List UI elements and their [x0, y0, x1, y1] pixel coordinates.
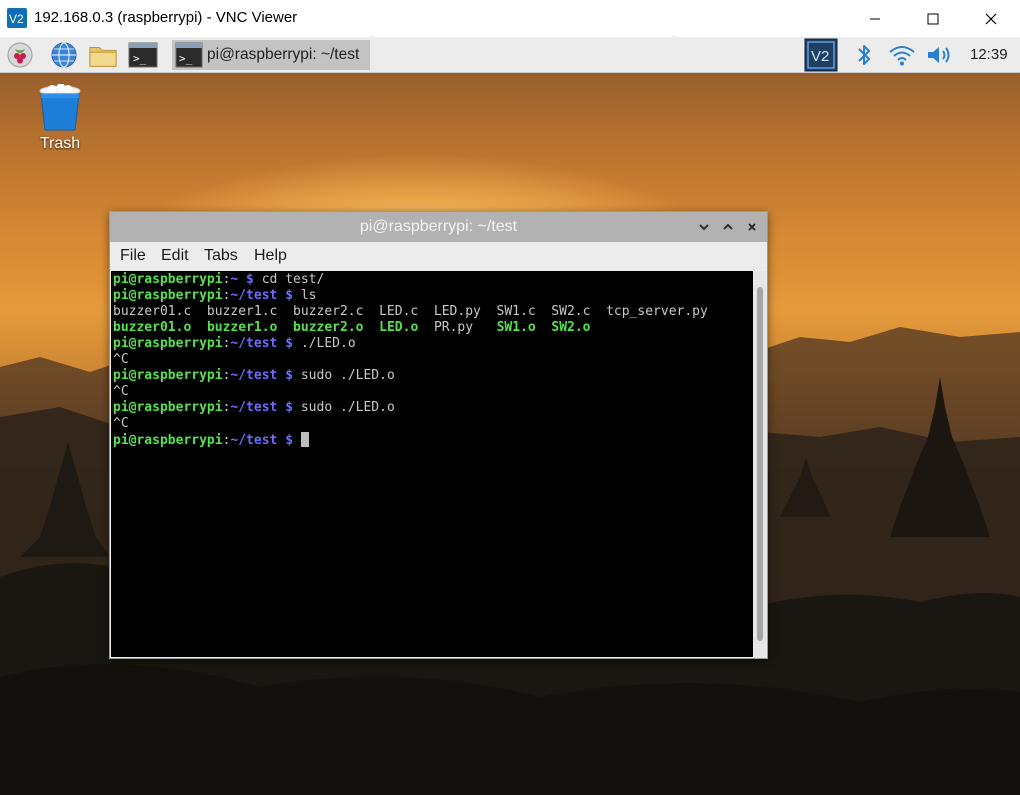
terminal-text-segment: buzzer01.o: [113, 320, 192, 335]
terminal-launcher-icon[interactable]: >_: [128, 40, 158, 70]
terminal-text-segment: ^C: [113, 352, 129, 367]
minimize-button[interactable]: [846, 0, 904, 37]
terminal-text-segment: ~ $: [230, 272, 254, 287]
close-icon: [985, 13, 997, 24]
vnc-logo-icon: V2: [7, 8, 27, 28]
terminal-line: ^C: [113, 352, 708, 368]
chevron-down-icon: [699, 224, 709, 231]
svg-text:V2: V2: [9, 12, 24, 26]
svg-text:>_: >_: [133, 52, 147, 65]
terminal-text-segment: ~/test $: [230, 288, 294, 303]
trash-label: Trash: [39, 135, 81, 152]
terminal-text-segment: pi@raspberrypi: [113, 288, 223, 303]
file-manager-icon[interactable]: [88, 40, 118, 70]
terminal-minimize-button[interactable]: [696, 219, 712, 235]
terminal-title: pi@raspberrypi: ~/test: [359, 218, 518, 235]
terminal-line: ^C: [113, 384, 708, 400]
trash-desktop-icon[interactable]: Trash: [30, 82, 90, 158]
clock[interactable]: 12:39: [970, 46, 1008, 63]
terminal-scrollbar[interactable]: [754, 271, 766, 657]
terminal-text-segment: ./LED.o: [293, 336, 356, 351]
menu-edit[interactable]: Edit: [161, 247, 189, 265]
terminal-text-segment: ~/test $: [230, 368, 294, 383]
terminal-text-segment: buzzer2.o: [293, 320, 364, 335]
chevron-up-icon: [723, 223, 733, 230]
terminal-text-segment: ~/test $: [230, 400, 294, 415]
minimize-icon: [870, 18, 880, 19]
svg-text:V2: V2: [811, 48, 829, 65]
terminal-line: ^C: [113, 416, 708, 432]
terminal-text-segment: sudo ./LED.o: [293, 368, 395, 383]
terminal-text-segment: ^C: [113, 416, 129, 431]
terminal-maximize-button[interactable]: [720, 219, 736, 235]
terminal-text-segment: sudo ./LED.o: [293, 400, 395, 415]
taskbar-task-terminal[interactable]: >_ pi@raspberrypi: ~/test: [172, 40, 370, 70]
svg-text:>_: >_: [179, 52, 193, 65]
terminal-text-segment: pi@raspberrypi: [113, 272, 223, 287]
bluetooth-icon[interactable]: [849, 40, 879, 70]
terminal-line: pi@raspberrypi:~ $ cd test/: [113, 272, 708, 288]
terminal-line: buzzer01.o buzzer1.o buzzer2.o LED.o PR.…: [113, 320, 708, 336]
web-browser-icon[interactable]: [49, 40, 79, 70]
menu-help[interactable]: Help: [254, 247, 287, 265]
terminal-text-segment: buzzer01.c buzzer1.c buzzer2.c LED.c LED…: [113, 304, 708, 319]
terminal-line: pi@raspberrypi:~/test $: [113, 432, 708, 448]
maximize-icon: [927, 13, 939, 24]
terminal-text-segment: ~/test $: [230, 336, 294, 351]
terminal-titlebar[interactable]: pi@raspberrypi: ~/test: [110, 212, 767, 242]
terminal-text-segment: cd test/: [253, 272, 325, 287]
terminal-line: pi@raspberrypi:~/test $ sudo ./LED.o: [113, 400, 708, 416]
vnc-titlebar[interactable]: V2 192.168.0.3 (raspberrypi) - VNC Viewe…: [0, 0, 1020, 41]
volume-icon[interactable]: [925, 40, 955, 70]
terminal-line: buzzer01.c buzzer1.c buzzer2.c LED.c LED…: [113, 304, 708, 320]
vnc-window-title: 192.168.0.3 (raspberrypi) - VNC Viewer: [34, 9, 298, 26]
maximize-button[interactable]: [904, 0, 962, 37]
taskbar-task-label: pi@raspberrypi: ~/test: [207, 46, 360, 63]
vnc-server-icon[interactable]: V2: [804, 38, 838, 72]
terminal-output[interactable]: pi@raspberrypi:~ $ cd test/pi@raspberryp…: [111, 271, 753, 657]
terminal-close-button[interactable]: [744, 219, 760, 235]
close-icon: [748, 223, 756, 231]
terminal-menubar: File Edit Tabs Help: [110, 242, 767, 270]
terminal-text-segment: ~/test $: [230, 433, 294, 448]
menu-file[interactable]: File: [120, 247, 146, 265]
terminal-text-segment: PR.py: [418, 320, 497, 335]
terminal-text-segment: pi@raspberrypi: [113, 400, 223, 415]
menu-tabs[interactable]: Tabs: [204, 247, 238, 265]
terminal-text-segment: LED.o: [379, 320, 419, 335]
terminal-cursor: [300, 432, 309, 447]
terminal-lines: pi@raspberrypi:~ $ cd test/pi@raspberryp…: [113, 272, 708, 448]
terminal-line: pi@raspberrypi:~/test $ ./LED.o: [113, 336, 708, 352]
wifi-icon[interactable]: [887, 40, 917, 70]
terminal-text-segment: pi@raspberrypi: [113, 368, 223, 383]
terminal-text-segment: ^C: [113, 384, 129, 399]
terminal-text-segment: buzzer1.o: [206, 320, 278, 335]
terminal-text-segment: SW1.o: [496, 320, 536, 335]
terminal-text-segment: pi@raspberrypi: [113, 433, 223, 448]
terminal-text-segment: pi@raspberrypi: [113, 336, 223, 351]
scrollbar-thumb[interactable]: [757, 287, 763, 641]
terminal-line: pi@raspberrypi:~/test $ ls: [113, 288, 708, 304]
raspberry-menu-icon[interactable]: [5, 40, 35, 70]
terminal-line: pi@raspberrypi:~/test $ sudo ./LED.o: [113, 368, 708, 384]
terminal-text-segment: ls: [293, 288, 317, 303]
terminal-icon: >_: [175, 42, 203, 73]
close-button[interactable]: [962, 0, 1020, 37]
taskbar: >_ >_ pi@raspberrypi: ~/test V2 12:39: [0, 37, 1020, 73]
trash-icon: [37, 83, 83, 137]
terminal-window[interactable]: pi@raspberrypi: ~/test File Edit Tabs He…: [109, 211, 768, 659]
terminal-text-segment: SW2.o: [551, 320, 591, 335]
